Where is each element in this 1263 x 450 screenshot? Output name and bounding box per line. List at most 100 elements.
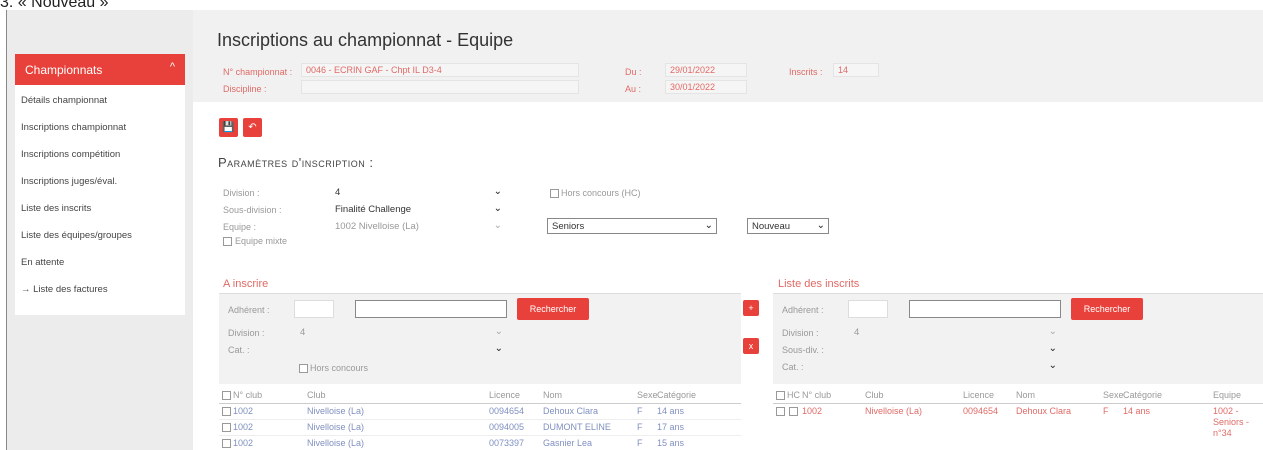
hc-checkbox[interactable]	[789, 407, 798, 416]
equipe-mixte-checkbox[interactable]	[223, 237, 232, 246]
table-row[interactable]: 1002 Nivelloise (La) 0073397 Gasnier Lea…	[219, 436, 741, 450]
sidebar-item-details[interactable]: Détails championnat	[15, 85, 185, 112]
col-header[interactable]: HC	[787, 390, 800, 400]
add-to-inscrits-button[interactable]: +	[743, 300, 759, 316]
hors-concours-filter-checkbox[interactable]	[299, 364, 308, 373]
sous-div-filter-select[interactable]: ⌄	[849, 341, 1061, 357]
chevron-down-icon: ⌄	[1048, 343, 1057, 354]
division-select[interactable]: 4 ⌄	[330, 184, 506, 200]
cell-club[interactable]: Nivelloise (La)	[307, 406, 364, 416]
sidebar-menu: Détails championnat Inscriptions champio…	[15, 85, 185, 315]
remove-from-inscrits-button[interactable]: x	[743, 338, 759, 354]
cell-club[interactable]: Nivelloise (La)	[307, 422, 364, 432]
sidebar-header-label: Championnats	[25, 63, 103, 77]
liste-inscrits-table: HC N° club Club Licence Nom Sexe Catégor…	[773, 384, 1263, 450]
sidebar-header-championnats[interactable]: Championnats ^	[15, 54, 185, 85]
col-header[interactable]: Club	[307, 390, 326, 400]
sidebar-item-inscriptions-championnat[interactable]: Inscriptions championnat	[15, 112, 185, 139]
cell-sexe: F	[637, 438, 643, 448]
cell-nom[interactable]: Dehoux Clara	[1016, 406, 1071, 416]
division-filter-value: 4	[300, 327, 306, 338]
cell-club[interactable]: Nivelloise (La)	[865, 406, 922, 416]
col-header[interactable]: Catégorie	[1123, 390, 1162, 400]
cat-filter-select[interactable]: ⌄	[295, 341, 507, 357]
col-header[interactable]: Equipe	[1213, 390, 1241, 400]
au-value: 30/01/2022	[665, 80, 747, 94]
cell-num-club[interactable]: 1002	[802, 406, 822, 416]
niveau-select[interactable]: Nouveau ⌄	[747, 218, 829, 234]
adherent-label: Adhérent :	[228, 305, 270, 315]
col-header[interactable]: Catégorie	[657, 390, 696, 400]
du-label: Du :	[625, 67, 642, 77]
cell-nom[interactable]: Dehoux Clara	[543, 406, 598, 416]
row-checkbox[interactable]	[222, 439, 231, 448]
liste-inscrits-title: Liste des inscrits	[778, 278, 860, 290]
table-row[interactable]: 1002 Nivelloise (La) 0094654 Dehoux Clar…	[773, 404, 1263, 450]
table-row[interactable]: 1002 Nivelloise (La) 0094005 DUMONT ELIN…	[219, 420, 741, 435]
sidebar-item-inscriptions-competition[interactable]: Inscriptions compétition	[15, 139, 185, 166]
col-header[interactable]: Nom	[1016, 390, 1035, 400]
adherent-input[interactable]	[294, 300, 334, 318]
select-all-checkbox[interactable]	[776, 391, 785, 400]
search-input[interactable]	[909, 300, 1061, 318]
division-filter-select[interactable]: 4 ⌄	[849, 324, 1061, 340]
search-button[interactable]: Rechercher	[1071, 298, 1143, 320]
sidebar-item-inscriptions-juges[interactable]: Inscriptions juges/éval.	[15, 166, 185, 193]
sidebar-item-liste-equipes[interactable]: Liste des équipes/groupes	[15, 220, 185, 247]
equipe-select-value: 1002 Nivelloise (La)	[335, 221, 419, 232]
sidebar-item-liste-inscrits[interactable]: Liste des inscrits	[15, 193, 185, 220]
cell-nom[interactable]: Gasnier Lea	[543, 438, 592, 448]
division-label: Division :	[228, 328, 265, 338]
categorie-select[interactable]: Seniors ⌄	[547, 218, 717, 234]
row-checkbox[interactable]	[222, 407, 231, 416]
num-championnat-value: 0046 - ECRIN GAF - Chpt IL D3-4	[301, 63, 579, 77]
chevron-up-icon[interactable]: ^	[170, 61, 175, 73]
cat-filter-select[interactable]: ⌄	[849, 358, 1061, 374]
sous-division-select[interactable]: Finalité Challenge ⌄	[330, 201, 506, 217]
search-button[interactable]: Rechercher	[517, 298, 589, 320]
row-checkbox[interactable]	[222, 423, 231, 432]
cell-licence[interactable]: 0094654	[963, 406, 998, 416]
adherent-label: Adhérent :	[782, 305, 824, 315]
table-row[interactable]: 1002 Nivelloise (La) 0094654 Dehoux Clar…	[219, 404, 741, 419]
cell-equipe[interactable]: 1002 - Seniors - n°34	[1213, 406, 1263, 439]
a-inscrire-title: A inscrire	[223, 278, 269, 290]
sidebar-item-en-attente[interactable]: En attente	[15, 247, 185, 274]
division-label: Division :	[782, 328, 819, 338]
cell-num-club[interactable]: 1002	[233, 406, 253, 416]
col-header[interactable]: Licence	[963, 390, 994, 400]
col-header[interactable]: Licence	[489, 390, 520, 400]
cell-club[interactable]: Nivelloise (La)	[307, 438, 364, 448]
cell-categorie: 14 ans	[1123, 406, 1151, 416]
sidebar: Championnats ^ Détails championnat Inscr…	[7, 10, 193, 450]
cell-sexe: F	[637, 422, 643, 432]
sous-div-label: Sous-div. :	[782, 345, 824, 355]
division-filter-select[interactable]: 4 ⌄	[295, 324, 507, 340]
discipline-value	[301, 80, 579, 94]
col-header[interactable]: N° club	[802, 390, 831, 400]
col-header[interactable]: Sexe	[637, 390, 658, 400]
equipe-select[interactable]: 1002 Nivelloise (La) ⌄	[330, 218, 506, 234]
col-header[interactable]: Nom	[543, 390, 562, 400]
cell-nom[interactable]: DUMONT ELINE	[543, 422, 611, 432]
back-button[interactable]: ↶	[243, 118, 262, 137]
hors-concours-checkbox[interactable]	[550, 189, 559, 198]
row-checkbox[interactable]	[776, 407, 785, 416]
select-all-checkbox[interactable]	[222, 391, 231, 400]
cell-num-club[interactable]: 1002	[233, 438, 253, 448]
adherent-input[interactable]	[848, 300, 888, 318]
col-header[interactable]: Sexe	[1103, 390, 1124, 400]
division-select-value: 4	[335, 187, 341, 198]
cell-licence[interactable]: 0073397	[489, 438, 524, 448]
search-input[interactable]	[355, 300, 507, 318]
save-button[interactable]: 💾	[219, 118, 238, 137]
col-header[interactable]: N° club	[233, 390, 262, 400]
col-header[interactable]: Club	[865, 390, 884, 400]
cell-licence[interactable]: 0094005	[489, 422, 524, 432]
cell-num-club[interactable]: 1002	[233, 422, 253, 432]
cat-label: Cat. :	[228, 345, 250, 355]
sidebar-item-factures[interactable]: → Liste des factures	[15, 274, 185, 301]
params-title: Paramètres d'inscription :	[218, 155, 374, 170]
cell-licence[interactable]: 0094654	[489, 406, 524, 416]
niveau-select-value: Nouveau	[752, 221, 791, 232]
